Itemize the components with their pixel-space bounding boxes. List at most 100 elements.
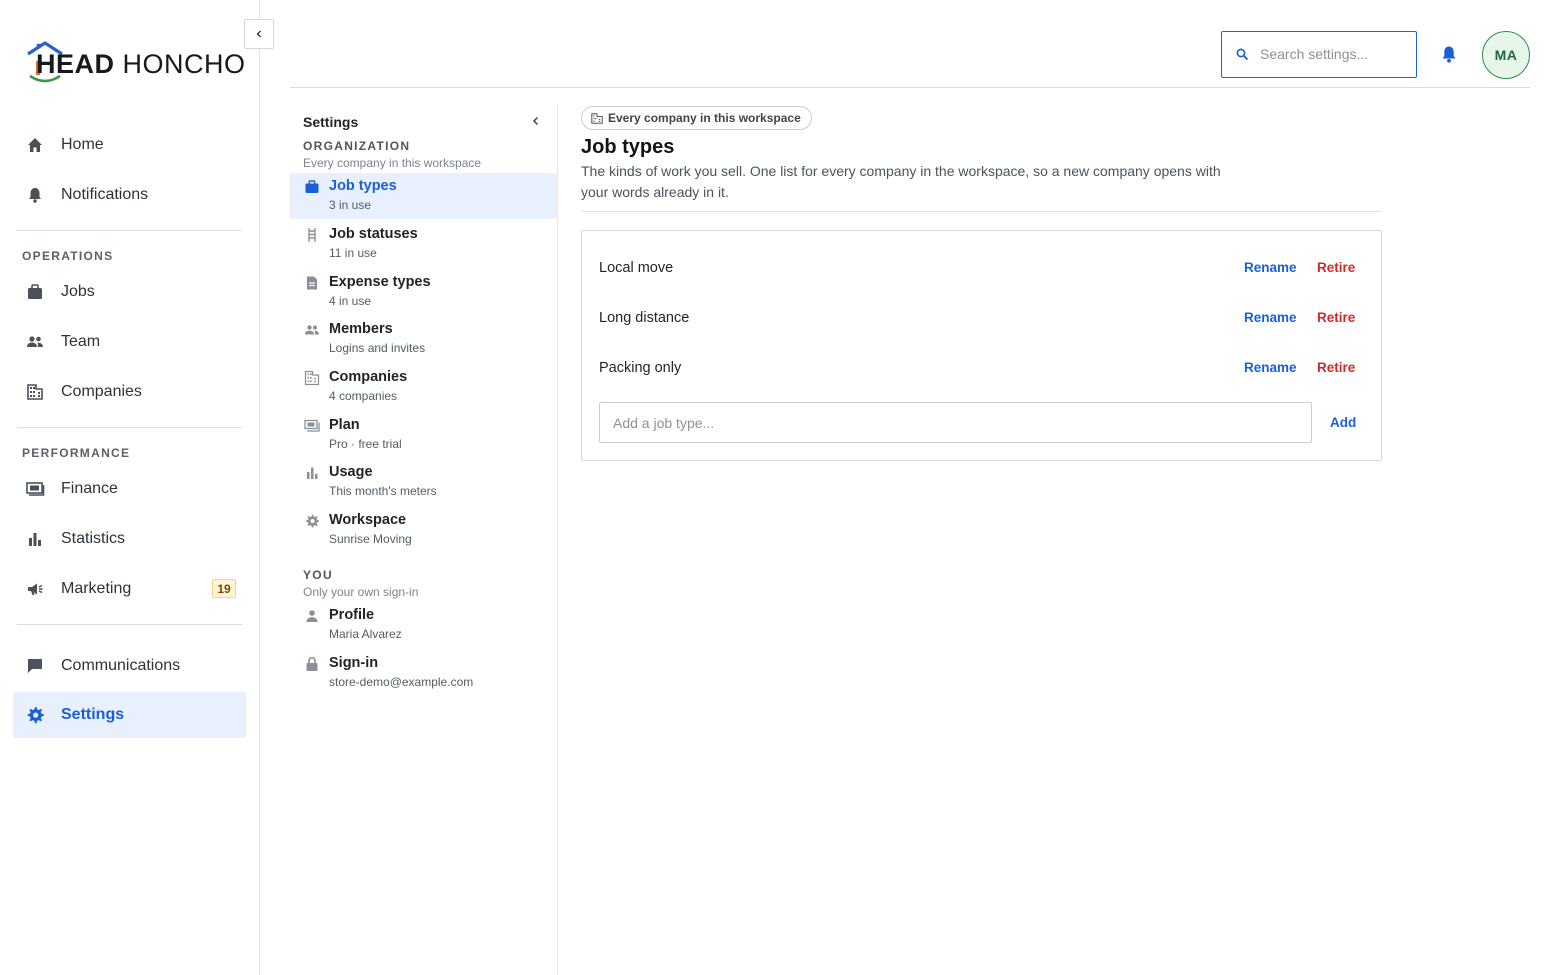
- subnav-item-job-types[interactable]: Job types 3 in use: [290, 173, 558, 219]
- bell-icon: [29, 188, 41, 203]
- nav-notifications[interactable]: Notifications: [13, 172, 246, 218]
- topbar-divider: [290, 87, 1530, 88]
- organization-heading: ORGANIZATION: [303, 139, 411, 153]
- nav-marketing[interactable]: Marketing 19: [13, 566, 246, 612]
- subnav-item-workspace[interactable]: Workspace Sunrise Moving: [290, 507, 558, 553]
- subnav-item-title: Sign-in: [329, 655, 379, 671]
- subnav-item-usage[interactable]: Usage This month's meters: [290, 459, 558, 505]
- rename-button[interactable]: Rename: [1244, 260, 1297, 275]
- brand-logo[interactable]: HEAD HONCHO: [26, 40, 245, 84]
- job-type-name: Local move: [599, 260, 674, 276]
- nav-settings-label: Settings: [61, 706, 125, 723]
- building-icon: [27, 384, 43, 400]
- nav-statistics-label: Statistics: [61, 530, 126, 547]
- retire-button[interactable]: Retire: [1317, 360, 1355, 375]
- person-icon: [306, 610, 318, 622]
- nav-jobs[interactable]: Jobs: [13, 269, 246, 315]
- briefcase-icon: [28, 284, 42, 299]
- subnav-item-expense-types[interactable]: Expense types 4 in use: [290, 269, 558, 315]
- search-input[interactable]: [1260, 32, 1410, 76]
- nav-jobs-label: Jobs: [61, 283, 95, 300]
- subnav-item-desc: Logins and invites: [329, 341, 426, 355]
- building-icon: [304, 370, 320, 386]
- nav-home[interactable]: Home: [13, 122, 246, 168]
- rename-button[interactable]: Rename: [1244, 360, 1297, 375]
- chat-icon: [28, 659, 42, 673]
- add-job-type-button[interactable]: Add: [1330, 415, 1356, 430]
- subnav-item-title: Usage: [329, 464, 373, 480]
- subnav-item-title: Workspace: [329, 512, 407, 528]
- money-icon: [26, 482, 45, 496]
- nav-statistics[interactable]: Statistics: [13, 516, 246, 562]
- subnav-item-desc: store-demo@example.com: [329, 675, 474, 689]
- collapse-subnav-button[interactable]: [530, 115, 542, 127]
- main-sidebar: HEAD HONCHO Home Notifications OPERATION…: [0, 0, 260, 975]
- nav-notifications-label: Notifications: [61, 186, 149, 203]
- bell-icon: [1442, 46, 1456, 63]
- job-type-name: Long distance: [599, 310, 690, 326]
- subnav-item-plan[interactable]: Plan Pro · free trial: [290, 412, 558, 458]
- home-icon: [28, 138, 42, 152]
- subnav-item-sign-in[interactable]: Sign-in store-demo@example.com: [290, 650, 558, 696]
- bar-chart-icon: [29, 533, 41, 546]
- lock-icon: [306, 656, 318, 671]
- organization-description: Every company in this workspace: [303, 156, 482, 170]
- subnav-item-desc: 4 in use: [329, 294, 372, 308]
- user-avatar[interactable]: MA: [1482, 31, 1530, 79]
- nav-team[interactable]: Team: [13, 319, 246, 365]
- subnav-item-title: Expense types: [329, 274, 431, 290]
- subnav-item-companies[interactable]: Companies 4 companies: [290, 364, 558, 410]
- nav-marketing-label: Marketing: [61, 580, 132, 597]
- content-divider: [581, 211, 1382, 212]
- collapse-sidebar-button[interactable]: [244, 19, 274, 49]
- nav-finance[interactable]: Finance: [13, 466, 246, 512]
- subnav-item-desc: This month's meters: [329, 484, 437, 498]
- job-type-row: Long distance Rename Retire: [582, 293, 1381, 343]
- subnav-item-title: Job statuses: [329, 226, 418, 242]
- subnav-item-members[interactable]: Members Logins and invites: [290, 316, 558, 362]
- settings-search[interactable]: [1221, 31, 1417, 78]
- nav-communications[interactable]: Communications: [13, 643, 246, 689]
- settings-subnav: Settings ORGANIZATION Every company in t…: [290, 104, 558, 975]
- job-type-name: Packing only: [599, 360, 682, 376]
- notifications-button[interactable]: [1440, 45, 1458, 64]
- performance-heading: PERFORMANCE: [22, 446, 131, 460]
- nav-settings[interactable]: Settings: [13, 692, 246, 738]
- logo-strong: HEAD: [36, 48, 115, 79]
- subnav-item-desc: Sunrise Moving: [329, 532, 412, 546]
- subnav-item-desc: 3 in use: [329, 198, 372, 212]
- nav-finance-label: Finance: [61, 480, 118, 497]
- nav-home-label: Home: [61, 136, 104, 153]
- job-types-card: Local move Rename Retire Long distance R…: [581, 230, 1382, 461]
- ladder-icon: [308, 228, 316, 242]
- subnav-item-desc: 11 in use: [329, 246, 377, 260]
- chevron-left-icon: [532, 116, 539, 126]
- briefcase-icon: [305, 180, 319, 193]
- subnav-item-desc: Pro · free trial: [329, 437, 402, 451]
- retire-button[interactable]: Retire: [1317, 310, 1355, 325]
- job-type-row: Local move Rename Retire: [582, 243, 1381, 293]
- subnav-item-title: Job types: [329, 178, 397, 194]
- sidebar-divider: [17, 624, 242, 625]
- job-type-row: Packing only Rename Retire: [582, 343, 1381, 393]
- people-icon: [27, 336, 43, 347]
- subnav-item-desc: 4 companies: [329, 389, 398, 403]
- subnav-item-title: Companies: [329, 369, 408, 385]
- nav-companies[interactable]: Companies: [13, 369, 246, 415]
- rename-button[interactable]: Rename: [1244, 310, 1297, 325]
- gear-icon: [27, 707, 44, 724]
- subnav-item-title: Plan: [329, 417, 360, 433]
- subnav-item-profile[interactable]: Profile Maria Alvarez: [290, 602, 558, 648]
- people-icon: [305, 325, 319, 335]
- scope-chip-label: Every company in this workspace: [608, 111, 801, 125]
- building-icon: [591, 113, 603, 124]
- sidebar-divider: [17, 427, 242, 428]
- operations-heading: OPERATIONS: [22, 249, 114, 263]
- search-icon: [1236, 48, 1249, 61]
- subnav-item-job-statuses[interactable]: Job statuses 11 in use: [290, 221, 558, 267]
- subnav-item-title: Members: [329, 321, 393, 337]
- subnav-title: Settings: [303, 114, 359, 130]
- add-job-type-input[interactable]: [599, 402, 1312, 443]
- retire-button[interactable]: Retire: [1317, 260, 1355, 275]
- document-icon: [307, 276, 317, 290]
